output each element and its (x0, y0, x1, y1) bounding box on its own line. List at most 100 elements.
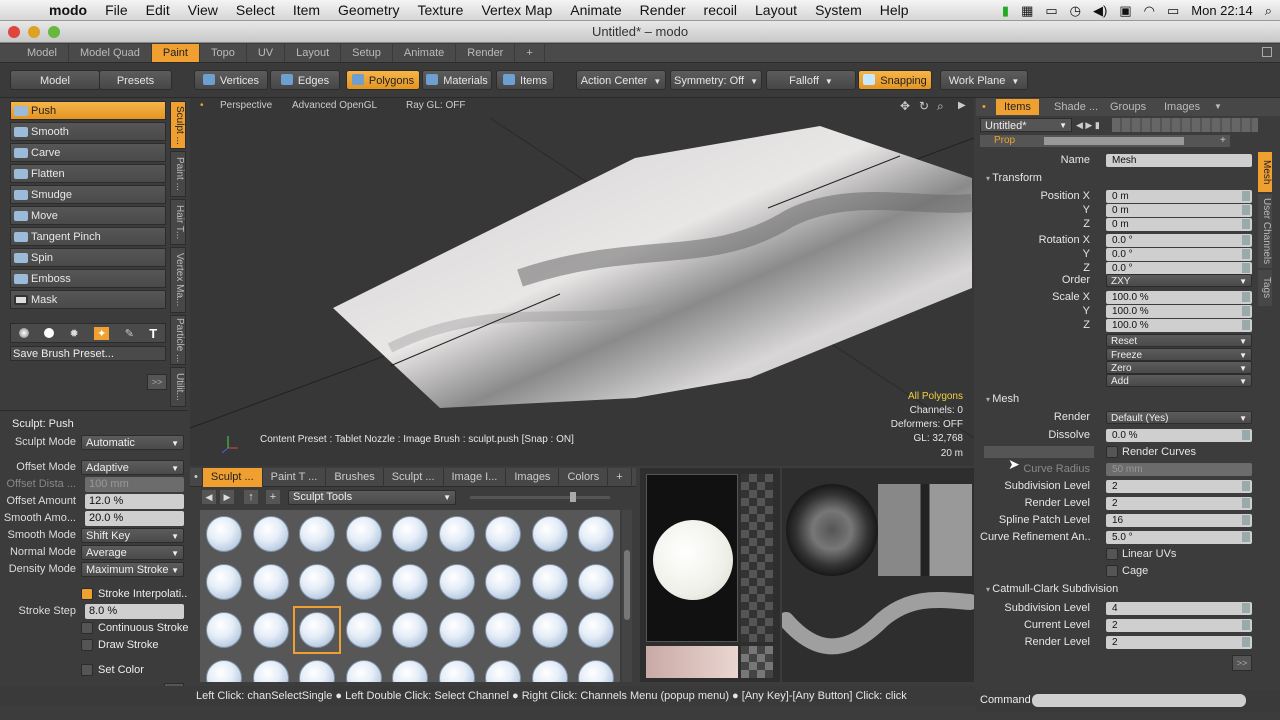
rotate-view-icon[interactable]: ↻ (919, 99, 929, 113)
viewport-view-label[interactable]: Perspective (220, 100, 272, 111)
spin-icon[interactable] (1242, 249, 1250, 259)
minimize-window-icon[interactable] (28, 26, 40, 38)
items-button[interactable]: Items (496, 70, 554, 90)
position-z-field[interactable]: 0 m (1106, 218, 1252, 231)
spin-icon[interactable] (1242, 235, 1250, 245)
back-arrow-icon[interactable]: ◀ (202, 490, 216, 504)
tab-images-right[interactable]: Images (1156, 99, 1208, 115)
render-level-field[interactable]: 2 (1106, 497, 1252, 510)
tab-images[interactable]: Images (506, 468, 560, 487)
transform-section[interactable]: Transform (986, 171, 1042, 186)
brush-preset-thumbnail[interactable] (299, 516, 335, 552)
properties-scroll-strip[interactable] (1044, 137, 1184, 145)
clock[interactable]: Mon 22:14 (1191, 3, 1252, 18)
menu-app[interactable]: modo (40, 2, 96, 18)
catmull-clark-section[interactable]: Catmull-Clark Subdivision (986, 582, 1118, 597)
brush-preset-thumbnail[interactable] (345, 564, 382, 600)
tool-tangent-pinch[interactable]: Tangent Pinch (10, 227, 166, 246)
menu-vertex-map[interactable]: Vertex Map (472, 2, 561, 18)
bottom-panel-menu-icon[interactable]: • (190, 468, 203, 487)
symmetry-dropdown[interactable]: Symmetry: Off ▼ (670, 70, 762, 90)
draw-stroke-checkbox[interactable] (81, 639, 93, 651)
brush-preset-thumbnail[interactable] (438, 612, 475, 648)
subdivision-level-field[interactable]: 2 (1106, 480, 1252, 493)
spin-icon[interactable] (1242, 481, 1250, 491)
parent-folder-icon[interactable]: ↑ (244, 490, 258, 504)
side-tab-mesh[interactable]: Mesh (1258, 152, 1272, 192)
curve-refinement-field[interactable]: 5.0 ° (1106, 531, 1252, 544)
spin-icon[interactable] (1242, 430, 1250, 440)
spin-icon[interactable] (1242, 498, 1250, 508)
brush-preset-thumbnail[interactable] (485, 516, 521, 552)
polygons-button[interactable]: Polygons (346, 70, 420, 90)
wifi-icon[interactable]: ◠ (1144, 3, 1155, 19)
menu-file[interactable]: File (96, 2, 137, 18)
freeze-dropdown[interactable]: Freeze ▼ (1106, 348, 1252, 361)
add-tab-icon[interactable]: + (1220, 135, 1226, 147)
position-x-field[interactable]: 0 m (1106, 190, 1252, 203)
sculpt-mode-dropdown[interactable]: Automatic ▼ (81, 435, 184, 450)
soft-brush-icon[interactable] (18, 328, 29, 338)
menu-render[interactable]: Render (631, 2, 695, 18)
slider-handle[interactable] (570, 492, 576, 502)
hard-brush-icon[interactable] (44, 328, 55, 338)
spin-icon[interactable] (1242, 292, 1250, 302)
cage-checkbox[interactable] (1106, 565, 1118, 577)
tab-model-quad[interactable]: Model Quad (69, 44, 152, 62)
mesh-section[interactable]: Mesh (986, 392, 1019, 407)
text-brush-icon[interactable]: T (149, 326, 157, 341)
tab-animate[interactable]: Animate (393, 44, 457, 62)
menu-geometry[interactable]: Geometry (329, 2, 408, 18)
zero-dropdown[interactable]: Zero ▼ (1106, 361, 1252, 374)
tool-move[interactable]: Move (10, 206, 166, 225)
spin-icon[interactable] (1242, 637, 1250, 647)
scale-x-field[interactable]: 100.0 % (1106, 291, 1252, 304)
thumbnail-size-slider[interactable] (470, 492, 610, 502)
tab-paint[interactable]: Paint (151, 44, 200, 62)
model-button[interactable]: Model (10, 70, 100, 90)
brush-preset-thumbnail[interactable] (438, 564, 475, 600)
scale-z-field[interactable]: 100.0 % (1106, 319, 1252, 332)
side-tab-hair[interactable]: Hair T... (170, 199, 186, 245)
brush-preset-thumbnail[interactable] (345, 516, 382, 552)
save-brush-preset-button[interactable]: Save Brush Preset... (10, 346, 166, 361)
tab-items[interactable]: Items (996, 99, 1039, 115)
brush-preset-thumbnail[interactable] (485, 612, 521, 648)
tab-image-ink[interactable]: Image I... (444, 468, 507, 487)
brush-preset-thumbnail[interactable] (485, 564, 521, 600)
zoom-view-icon[interactable]: ⌕ (937, 99, 944, 114)
scale-y-field[interactable]: 100.0 % (1106, 305, 1252, 318)
order-dropdown[interactable]: ZXY ▼ (1106, 274, 1252, 287)
brush-preset-thumbnail[interactable] (206, 516, 242, 552)
expand-right-button[interactable]: >> (1232, 655, 1252, 671)
brush-preset-thumbnail[interactable] (345, 612, 382, 648)
normal-mode-dropdown[interactable]: Average ▼ (81, 545, 184, 560)
tab-topo[interactable]: Topo (200, 44, 247, 62)
tab-add-bottom[interactable]: + (608, 468, 632, 487)
command-input[interactable] (1032, 694, 1246, 707)
menu-texture[interactable]: Texture (409, 2, 473, 18)
snapping-button[interactable]: Snapping (858, 70, 932, 90)
sculpt-tools-dropdown[interactable]: Sculpt Tools ▼ (288, 490, 456, 505)
density-mode-dropdown[interactable]: Maximum Stroke ▼ (81, 562, 184, 577)
stroke-step-field[interactable]: 8.0 % (85, 604, 184, 619)
tab-setup[interactable]: Setup (341, 44, 393, 62)
viewport-options-icon[interactable]: ▶ (958, 100, 966, 111)
tab-layout[interactable]: Layout (285, 44, 342, 62)
brush-preset-thumbnail[interactable] (252, 612, 289, 648)
tool-emboss[interactable]: Emboss (10, 269, 166, 288)
brush-preset-thumbnail[interactable] (206, 660, 242, 682)
edges-button[interactable]: Edges (270, 70, 340, 90)
brush-preset-thumbnail[interactable] (206, 564, 242, 600)
side-tab-particle[interactable]: Particle ... (170, 315, 186, 365)
spin-icon[interactable] (1242, 603, 1250, 613)
tool-mask[interactable]: Mask (10, 290, 166, 309)
dissolve-field[interactable]: 0.0 % (1106, 429, 1252, 442)
close-window-icon[interactable] (8, 26, 20, 38)
spline-patch-level-field[interactable]: 16 (1106, 514, 1252, 527)
brush-preset-thumbnail[interactable] (578, 564, 614, 600)
items-list-strip[interactable] (1112, 118, 1258, 132)
brush-preset-thumbnail[interactable] (252, 516, 289, 552)
brush-preset-thumbnail[interactable] (392, 612, 428, 648)
position-y-field[interactable]: 0 m (1106, 204, 1252, 217)
